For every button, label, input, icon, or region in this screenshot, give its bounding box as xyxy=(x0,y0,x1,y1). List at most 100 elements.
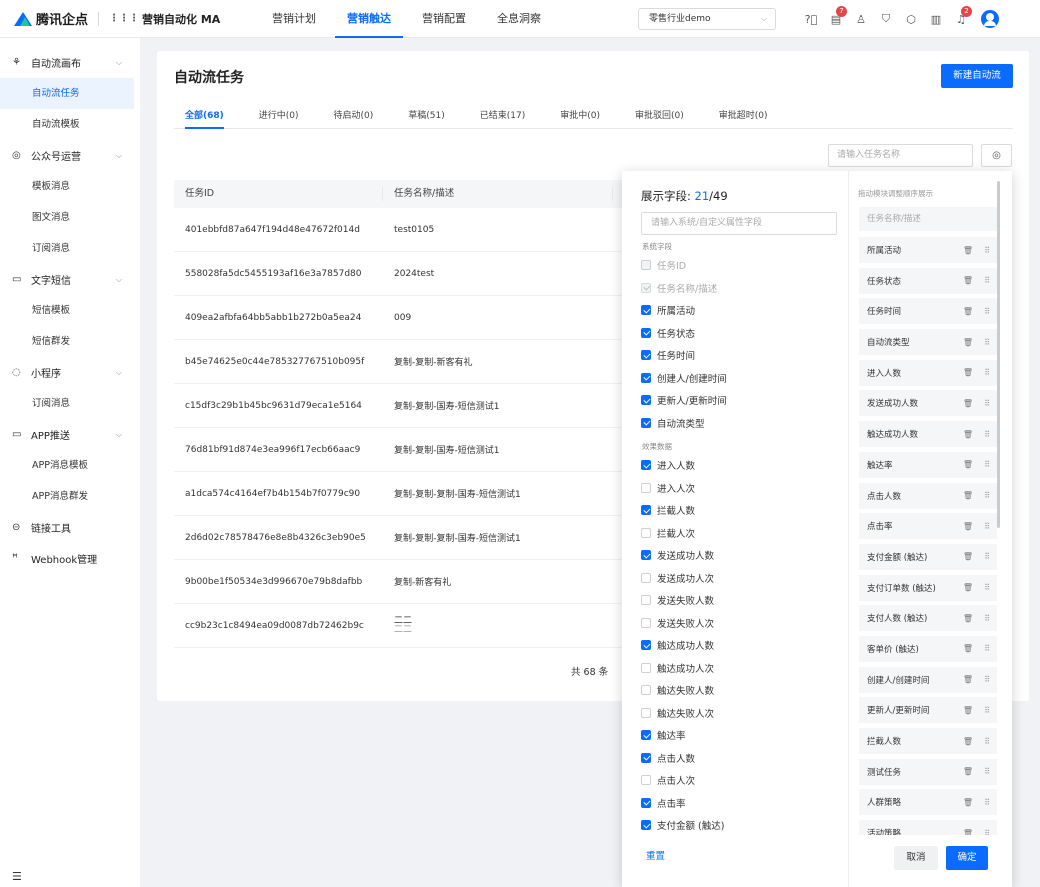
checkbox-icon[interactable] xyxy=(641,685,651,696)
drag-handle-icon[interactable]: ⠿ xyxy=(984,460,990,469)
order-item[interactable]: 客单价 (触达) 🗑︎ ⠿ xyxy=(859,635,997,662)
order-item[interactable]: 任务状态 🗑︎ ⠿ xyxy=(859,267,997,294)
table-row[interactable]: 76d81bf91d874e3ea996f17ecb66aac9 复制-复制-国寿… xyxy=(174,428,639,472)
delete-icon[interactable]: 🗑︎ xyxy=(963,491,973,500)
column-settings-button[interactable]: ◎ xyxy=(981,144,1012,167)
delete-icon[interactable]: 🗑︎ xyxy=(963,338,973,347)
drag-handle-icon[interactable]: ⠿ xyxy=(984,246,990,255)
sidebar-group-link-tool[interactable]: ⊝ 链接工具 xyxy=(0,512,140,543)
tab-approving[interactable]: 审批中(0) xyxy=(560,101,600,129)
delete-icon[interactable]: 🗑︎ xyxy=(963,583,973,592)
collapse-sidebar-icon[interactable]: ☰ xyxy=(12,870,22,883)
sidebar-group-miniprogram[interactable]: ◌ 小程序 ⌵ xyxy=(0,357,140,388)
field-option[interactable]: 任务时间 xyxy=(641,344,727,367)
tab-running[interactable]: 进行中(0) xyxy=(259,101,299,129)
checkbox-icon[interactable] xyxy=(641,797,651,808)
nav-marketing-reach[interactable]: 营销触达 xyxy=(335,0,403,38)
checkbox-icon[interactable] xyxy=(641,372,651,383)
tab-draft[interactable]: 草稿(51) xyxy=(408,101,444,129)
drag-handle-icon[interactable]: ⠿ xyxy=(984,798,990,807)
sidebar-item-flow-templates[interactable]: 自动流模板 xyxy=(0,109,134,140)
sidebar-item-subscribe-msg[interactable]: 订阅消息 xyxy=(0,233,134,264)
checkbox-icon[interactable] xyxy=(641,482,651,493)
tab-rejected[interactable]: 审批驳回(0) xyxy=(635,101,684,129)
delete-icon[interactable]: 🗑︎ xyxy=(963,706,973,715)
drag-handle-icon[interactable]: ⠿ xyxy=(984,829,990,835)
drag-handle-icon[interactable]: ⠿ xyxy=(984,430,990,439)
order-item[interactable]: 测试任务 🗑︎ ⠿ xyxy=(859,758,997,785)
avatar[interactable] xyxy=(981,10,999,28)
delete-icon[interactable]: 🗑︎ xyxy=(963,307,973,316)
field-option[interactable]: 发送成功人次 xyxy=(641,567,724,590)
delete-icon[interactable]: 🗑︎ xyxy=(963,767,973,776)
sidebar-group-flow-canvas[interactable]: ⚘ 自动流画布 ⌵ xyxy=(0,47,140,78)
sidebar-group-official-account[interactable]: ◎ 公众号运营 ⌵ xyxy=(0,140,140,171)
field-option[interactable]: 点击人数 xyxy=(641,747,724,770)
field-option[interactable]: 触达成功人次 xyxy=(641,657,724,680)
drag-handle-icon[interactable]: ⠿ xyxy=(984,399,990,408)
settings-icon[interactable]: ⬡ xyxy=(900,13,922,26)
checkbox-icon[interactable] xyxy=(641,775,651,786)
checkbox-icon[interactable] xyxy=(641,327,651,338)
field-option[interactable]: 拦截人数 xyxy=(641,499,724,522)
sidebar-group-sms[interactable]: ▭ 文字短信 ⌵ xyxy=(0,264,140,295)
sidebar-item-template-msg[interactable]: 模板消息 xyxy=(0,171,134,202)
nav-marketing-config[interactable]: 营销配置 xyxy=(410,0,478,38)
order-item[interactable]: 触达成功人数 🗑︎ ⠿ xyxy=(859,421,997,448)
delete-icon[interactable]: 🗑︎ xyxy=(963,644,973,653)
sidebar-item-mp-subscribe[interactable]: 订阅消息 xyxy=(0,388,134,419)
checkbox-icon[interactable] xyxy=(641,460,651,471)
bell-icon[interactable]: ♫ 2 xyxy=(950,5,972,26)
order-item[interactable]: 触达率 🗑︎ ⠿ xyxy=(859,451,997,478)
shield-icon[interactable]: ⛉ xyxy=(875,12,897,26)
checkbox-icon[interactable] xyxy=(641,707,651,718)
nav-insight[interactable]: 全息洞察 xyxy=(485,0,553,38)
user-icon[interactable]: ♙ xyxy=(850,13,872,26)
drag-handle-icon[interactable]: ⠿ xyxy=(984,737,990,746)
checkbox-icon[interactable] xyxy=(641,505,651,516)
table-row[interactable]: 558028fa5dc5455193af16e3a7857d80 2024test xyxy=(174,252,639,296)
field-option[interactable]: 所属活动 xyxy=(641,299,727,322)
order-item[interactable]: 创建人/创建时间 🗑︎ ⠿ xyxy=(859,666,997,693)
checkbox-icon[interactable] xyxy=(641,417,651,428)
field-option[interactable]: 创建人/创建时间 xyxy=(641,367,727,390)
checkbox-icon[interactable] xyxy=(641,260,651,271)
field-option[interactable]: 触达失败人次 xyxy=(641,702,724,725)
field-option[interactable]: 任务状态 xyxy=(641,322,727,345)
delete-icon[interactable]: 🗑︎ xyxy=(963,246,973,255)
new-flow-button[interactable]: 新建自动流 xyxy=(941,64,1013,88)
tab-timeout[interactable]: 审批超时(0) xyxy=(719,101,768,129)
checkbox-icon[interactable] xyxy=(641,350,651,361)
drag-handle-icon[interactable]: ⠿ xyxy=(984,276,990,285)
confirm-button[interactable]: 确定 xyxy=(946,846,988,870)
order-item[interactable]: 活动策略 🗑︎ ⠿ xyxy=(859,820,997,835)
sidebar-item-app-broadcast[interactable]: APP消息群发 xyxy=(0,481,134,512)
checkbox-icon[interactable] xyxy=(641,550,651,561)
table-row[interactable]: c15df3c29b1b45bc9631d79eca1e5164 复制-复制-国寿… xyxy=(174,384,639,428)
field-search-input[interactable]: 请输入系统/自定义属性字段 xyxy=(641,212,837,235)
drag-handle-icon[interactable]: ⠿ xyxy=(984,644,990,653)
drag-handle-icon[interactable]: ⠿ xyxy=(984,491,990,500)
sidebar-item-app-template[interactable]: APP消息模板 xyxy=(0,450,134,481)
app-switcher[interactable]: ⋮⋮⋮ 营销自动化 MA xyxy=(109,11,220,27)
delete-icon[interactable]: 🗑︎ xyxy=(963,614,973,623)
delete-icon[interactable]: 🗑︎ xyxy=(963,798,973,807)
delete-icon[interactable]: 🗑︎ xyxy=(963,276,973,285)
drag-handle-icon[interactable]: ⠿ xyxy=(984,368,990,377)
field-option[interactable]: 发送成功人数 xyxy=(641,544,724,567)
table-row[interactable]: 2d6d02c78578476e8e8b4326c3eb90e5 复制-复制-复制… xyxy=(174,516,639,560)
checkbox-icon[interactable] xyxy=(641,595,651,606)
tab-all[interactable]: 全部(68) xyxy=(185,101,224,129)
delete-icon[interactable]: 🗑︎ xyxy=(963,675,973,684)
table-row[interactable]: b45e74625e0c44e785327767510b095f 复制-复制-新客… xyxy=(174,340,639,384)
brand-logo[interactable]: 腾讯企点 xyxy=(14,9,88,28)
delete-icon[interactable]: 🗑︎ xyxy=(963,430,973,439)
field-option[interactable]: 进入人次 xyxy=(641,477,724,500)
delete-icon[interactable]: 🗑︎ xyxy=(963,552,973,561)
field-option[interactable]: 触达成功人数 xyxy=(641,634,724,657)
sidebar-group-webhook[interactable]: ꟸ Webhook管理 xyxy=(0,543,140,574)
checkbox-icon[interactable] xyxy=(641,752,651,763)
checkbox-icon[interactable] xyxy=(641,395,651,406)
order-item[interactable]: 更新人/更新时间 🗑︎ ⠿ xyxy=(859,697,997,724)
field-option[interactable]: 发送失败人数 xyxy=(641,589,724,612)
